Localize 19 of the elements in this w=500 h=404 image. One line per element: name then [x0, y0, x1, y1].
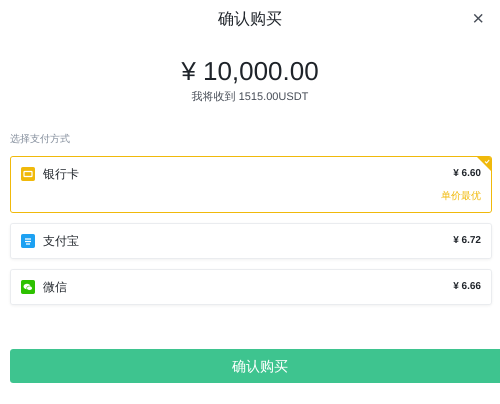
payment-option[interactable]: 银行卡 ¥ 6.60 单价最优	[10, 156, 492, 212]
dialog-title: 确认购买	[218, 10, 282, 30]
best-price-tag: 单价最优	[441, 188, 481, 204]
method-price: ¥ 6.60	[453, 167, 481, 181]
payment-option[interactable]: 微信 ¥ 6.66	[10, 268, 492, 304]
chat-bubbles-icon	[21, 280, 35, 294]
method-price: ¥ 6.72	[453, 234, 481, 248]
amount: ¥ 10,000.00	[181, 55, 319, 87]
method-name: 微信	[43, 278, 67, 296]
method-price: ¥ 6.66	[453, 280, 481, 294]
receive-text: 我将收到 1515.00USDT	[192, 90, 308, 105]
method-name: 支付宝	[43, 232, 79, 250]
payment-option[interactable]: 支付宝 ¥ 6.72	[10, 222, 492, 258]
card-icon	[21, 166, 35, 180]
wallet-icon	[21, 234, 35, 248]
close-button[interactable]: ×	[472, 9, 484, 29]
selected-corner-icon	[477, 156, 491, 170]
method-name: 银行卡	[43, 166, 79, 182]
section-label: 选择支付方式	[10, 132, 71, 146]
